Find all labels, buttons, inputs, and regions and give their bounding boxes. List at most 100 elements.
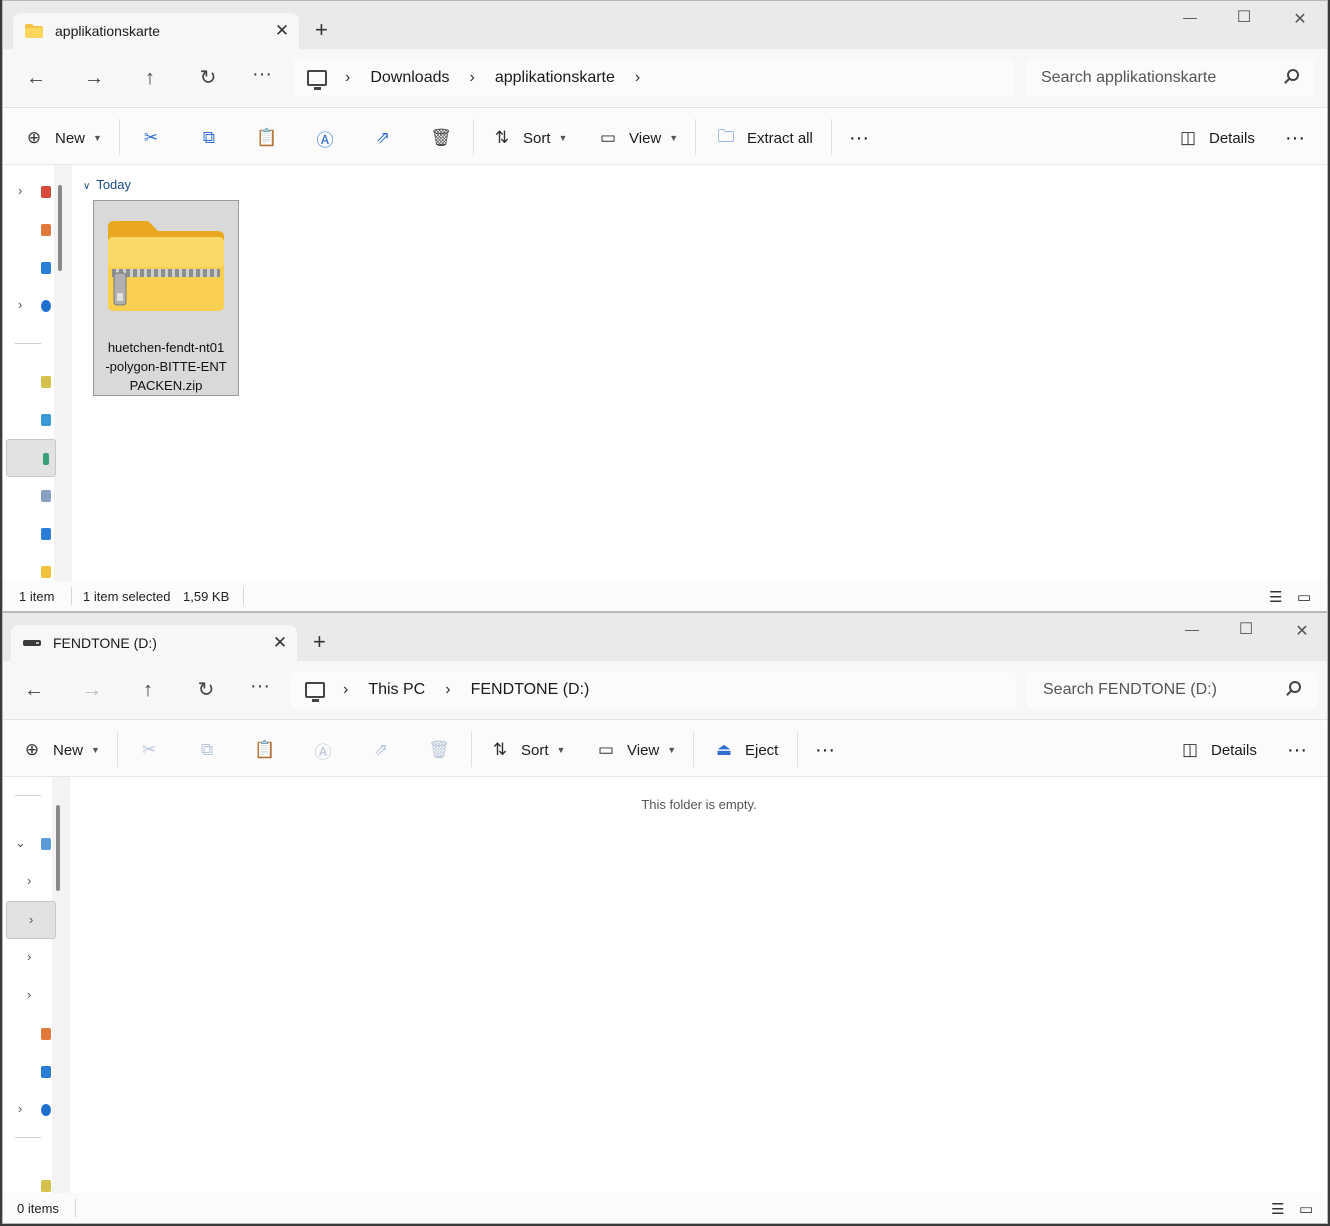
command-bar: ⊕ New ▼ ✂ ⧉ 📋 Ⓐ ⇗ 🗑 ⇅ Sort ▼ ▭ View ▼ 🗀 … (3, 109, 1327, 165)
copy-button[interactable]: ⧉ (198, 125, 220, 151)
close-window-icon[interactable]: ✕ (1287, 621, 1317, 641)
nav-item-pictures[interactable] (3, 477, 53, 515)
details-view-icon[interactable]: ☰ (1271, 1200, 1284, 1218)
tiles-view-icon[interactable]: ▭ (1297, 588, 1311, 606)
chevron-right-icon[interactable]: › (445, 681, 450, 699)
breadcrumb-fendtone[interactable]: FENDTONE (D:) (471, 681, 590, 699)
nav-pane-scrollbar-thumb[interactable] (58, 185, 62, 271)
delete-button[interactable]: 🗑 (430, 125, 452, 151)
file-list-area: This folder is empty. (71, 777, 1327, 1193)
nav-item-drive-f[interactable]: › (3, 977, 53, 1015)
rename-button[interactable]: Ⓐ (314, 125, 336, 151)
new-tab-button[interactable]: + (315, 17, 328, 43)
copy-button[interactable]: ⧉ (196, 737, 218, 763)
up-arrow-icon[interactable]: ↑ (133, 679, 163, 701)
minimize-icon[interactable]: — (1177, 621, 1207, 637)
trash-icon: 🗑 (430, 128, 452, 147)
chevron-right-icon[interactable]: › (343, 681, 348, 699)
details-button[interactable]: ◫ Details (1179, 737, 1257, 763)
chevron-right-icon[interactable]: › (469, 69, 474, 87)
breadcrumb-downloads[interactable]: Downloads (370, 69, 449, 87)
nav-pane-scrollbar-thumb[interactable] (56, 805, 60, 891)
address-bar[interactable]: › This PC › FENDTONE (D:) (291, 671, 1016, 709)
nav-item-drive-c[interactable]: › (3, 863, 53, 901)
more-options-icon[interactable]: ··· (815, 737, 835, 763)
details-view-icon[interactable]: ☰ (1269, 588, 1282, 606)
nav-item-this-pc[interactable]: ⌄ (3, 825, 53, 863)
search-box[interactable]: Search applikationskarte (1025, 59, 1315, 97)
paste-button[interactable]: 📋 (256, 125, 278, 151)
minimize-icon[interactable]: — (1175, 9, 1205, 25)
nav-item-drive-e[interactable]: › (3, 939, 53, 977)
back-arrow-icon[interactable]: ← (19, 679, 49, 701)
sort-button[interactable]: ⇅ Sort ▼ (489, 737, 566, 763)
see-more-icon[interactable]: ··· (1285, 125, 1305, 151)
back-arrow-icon[interactable]: ← (21, 67, 51, 89)
details-pane-icon: ◫ (1181, 740, 1199, 759)
share-button[interactable]: ⇗ (370, 737, 392, 763)
refresh-icon[interactable]: ↻ (191, 679, 221, 701)
details-button[interactable]: ◫ Details (1177, 125, 1255, 151)
sort-button[interactable]: ⇅ Sort ▼ (491, 125, 568, 151)
scissors-icon: ✂ (143, 128, 159, 147)
tab-applikationskarte[interactable]: applikationskarte ✕ (13, 13, 299, 49)
close-tab-icon[interactable]: ✕ (263, 633, 297, 653)
nav-item-cloud[interactable]: › (3, 287, 53, 325)
file-item-zip[interactable]: huetchen-fendt-nt01 -polygon-BITTE-ENT P… (93, 200, 239, 396)
forward-arrow-icon[interactable]: → (79, 67, 109, 89)
breadcrumb-applikationskarte[interactable]: applikationskarte (495, 69, 615, 87)
more-options-icon[interactable]: ··· (849, 125, 869, 151)
rename-button[interactable]: Ⓐ (312, 737, 334, 763)
tab-fendtone[interactable]: FENDTONE (D:) ✕ (11, 625, 297, 661)
maximize-icon[interactable]: ☐ (1229, 7, 1259, 27)
eject-button[interactable]: ⏏ Eject (713, 737, 778, 763)
new-button[interactable]: ⊕ New ▼ (23, 125, 102, 151)
nav-pane-scrollbar-track (52, 777, 70, 1193)
view-button[interactable]: ▭ View ▼ (597, 125, 678, 151)
chevron-right-icon[interactable]: › (635, 69, 640, 87)
nav-item-onedrive[interactable] (3, 1053, 53, 1091)
explorer-window-applikationskarte: applikationskarte ✕ + — ☐ ✕ ← → ↑ ↻ ··· … (2, 0, 1328, 612)
refresh-icon[interactable]: ↻ (193, 67, 223, 89)
share-button[interactable]: ⇗ (372, 125, 394, 151)
extract-all-button[interactable]: 🗀 Extract all (715, 125, 813, 151)
clipboard-icon: 📋 (254, 740, 276, 759)
breadcrumb-this-pc[interactable]: This PC (368, 681, 425, 699)
nav-item-fendtone[interactable]: › (6, 901, 56, 939)
tiles-view-icon[interactable]: ▭ (1299, 1200, 1313, 1218)
this-pc-icon (307, 70, 327, 90)
view-label: View (629, 129, 662, 147)
maximize-icon[interactable]: ☐ (1231, 619, 1261, 639)
close-window-icon[interactable]: ✕ (1285, 9, 1315, 29)
address-bar[interactable]: › Downloads › applikationskarte › (293, 59, 1014, 97)
delete-button[interactable]: 🗑 (428, 737, 450, 763)
chevron-down-icon: ∨ (83, 181, 91, 192)
more-locations-icon[interactable]: ··· (247, 63, 277, 85)
extract-label: Extract all (747, 129, 813, 147)
nav-item-gallery[interactable] (3, 211, 53, 249)
nav-item-desktop[interactable] (3, 363, 53, 401)
nav-item-gallery[interactable] (3, 1015, 53, 1053)
group-header-today[interactable]: ∨ Today (83, 177, 131, 192)
nav-item-music[interactable] (3, 515, 53, 553)
nav-item-home[interactable]: › (3, 173, 53, 211)
nav-item-downloads[interactable] (6, 439, 56, 477)
cut-button[interactable]: ✂ (140, 125, 162, 151)
chevron-right-icon[interactable]: › (345, 69, 350, 87)
close-tab-icon[interactable]: ✕ (265, 21, 299, 41)
nav-item-cloud[interactable]: › (3, 1091, 53, 1129)
view-button[interactable]: ▭ View ▼ (595, 737, 676, 763)
new-button[interactable]: ⊕ New ▼ (21, 737, 100, 763)
search-box[interactable]: Search FENDTONE (D:) (1027, 671, 1317, 709)
paste-button[interactable]: 📋 (254, 737, 276, 763)
new-tab-button[interactable]: + (313, 629, 326, 655)
more-locations-icon[interactable]: ··· (245, 675, 275, 697)
up-arrow-icon[interactable]: ↑ (135, 67, 165, 89)
sort-arrows-icon: ⇅ (492, 740, 508, 759)
forward-arrow-icon[interactable]: → (77, 679, 107, 701)
new-label: New (53, 741, 84, 759)
nav-item-documents[interactable] (3, 401, 53, 439)
cut-button[interactable]: ✂ (138, 737, 160, 763)
nav-item-onedrive[interactable] (3, 249, 53, 287)
see-more-icon[interactable]: ··· (1287, 737, 1307, 763)
